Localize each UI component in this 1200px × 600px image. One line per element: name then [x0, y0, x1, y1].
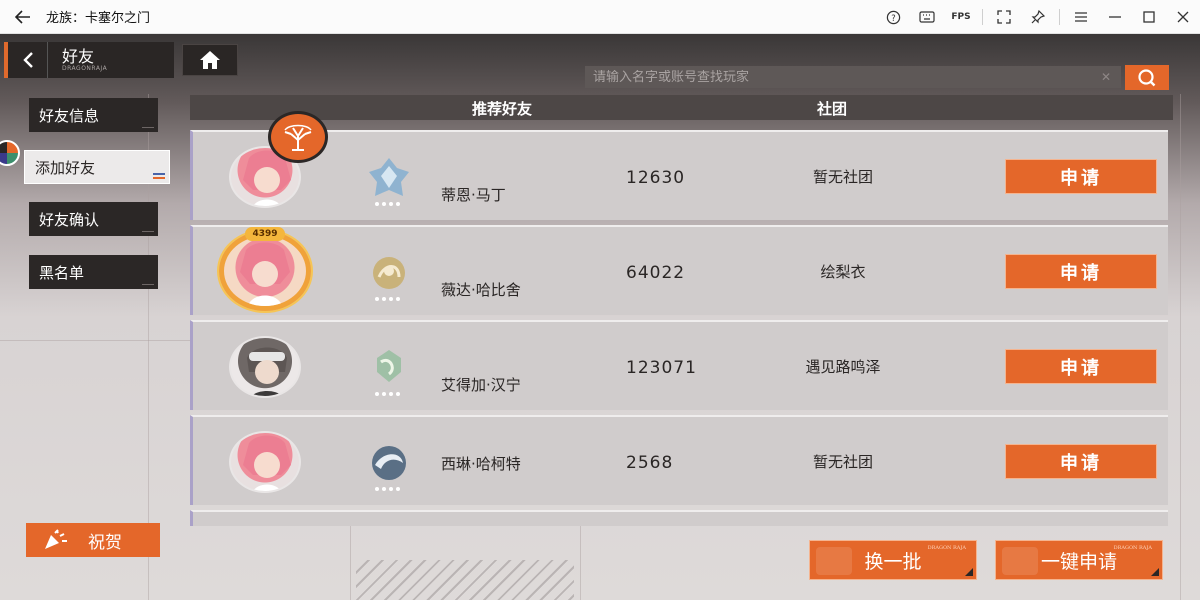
player-id: 64022: [626, 263, 686, 283]
deco-line: [142, 127, 154, 128]
table-header: 推荐好友 社团: [190, 95, 1173, 120]
column-header-club: 社团: [817, 100, 848, 118]
maximize-icon[interactable]: [1132, 0, 1166, 34]
menu-item-label: 好友信息: [39, 106, 100, 125]
avatar-badge: 4399: [245, 227, 285, 241]
player-id: 123071: [626, 358, 697, 378]
player-name: 西琳·哈柯特: [441, 455, 521, 473]
deco-line: [142, 284, 154, 285]
search-input[interactable]: [593, 69, 1083, 85]
keyboard-icon[interactable]: [910, 0, 944, 34]
player-club: 暂无社团: [812, 168, 873, 186]
button-deco-text: DRAGON RAJA: [927, 545, 966, 551]
deco-line: [580, 524, 581, 600]
rank-emblem-icon: [363, 344, 415, 400]
avatar[interactable]: [219, 231, 311, 311]
minimize-icon[interactable]: [1098, 0, 1132, 34]
player-name: 薇达·哈比舍: [441, 281, 521, 299]
avatar[interactable]: [229, 336, 301, 398]
home-button[interactable]: [182, 44, 238, 76]
congrats-label: 祝贺: [88, 532, 122, 553]
rank-emblem-icon: [363, 249, 415, 305]
deco-stripes: [356, 560, 574, 600]
table-row: 4399 薇达·哈比舍 64022 绘梨衣 申请: [190, 225, 1168, 315]
window-title: 龙族：卡塞尔之门: [46, 11, 151, 26]
avatar[interactable]: [229, 431, 301, 493]
window-titlebar: 龙族：卡塞尔之门 ? FPS: [0, 0, 1200, 34]
clear-icon[interactable]: ✕: [1101, 70, 1111, 84]
table-row: 西琳·哈柯特 2568 暂无社团 申请: [190, 415, 1168, 505]
player-id: 12630: [626, 168, 686, 188]
player-club: 暂无社团: [812, 453, 873, 471]
deco-line: [0, 340, 190, 341]
search-bar: ✕: [585, 66, 1121, 88]
table-row: 艾得加·汉宁 123071 遇见路鸣泽 申请: [190, 320, 1168, 410]
dragon-icon: [816, 547, 852, 575]
menu-item-add-friend[interactable]: 添加好友: [24, 150, 170, 184]
apply-all-label: 一键申请: [1040, 550, 1117, 573]
close-icon[interactable]: [1166, 0, 1200, 34]
pin-icon[interactable]: [1021, 0, 1055, 34]
header-back-button[interactable]: [8, 42, 48, 78]
side-emblem-icon: [0, 140, 20, 166]
dragon-icon: [1002, 547, 1038, 575]
button-deco-text: DRAGON RAJA: [1113, 545, 1152, 551]
search-button[interactable]: [1125, 65, 1169, 90]
menu-item-label: 添加好友: [35, 158, 96, 177]
divider: [1059, 9, 1060, 25]
search-icon: [1138, 68, 1156, 86]
apply-button[interactable]: 申请: [1005, 254, 1157, 289]
menu-item-friend-info[interactable]: 好友信息: [29, 98, 158, 132]
fps-toggle[interactable]: FPS: [944, 0, 978, 34]
fullscreen-icon[interactable]: [987, 0, 1021, 34]
rank-emblem-icon: [363, 154, 415, 210]
deco-line: [350, 524, 351, 600]
column-header-recommend: 推荐好友: [472, 100, 533, 118]
refresh-batch-label: 换一批: [864, 550, 922, 573]
game-viewport: 好友 DRAGONRAJA ✕ 好友信息 添加好友 好友确认 黑名单 祝贺 推荐…: [0, 34, 1200, 600]
player-name: 艾得加·汉宁: [441, 376, 521, 394]
tree-emblem-icon: [268, 111, 328, 163]
apply-button[interactable]: 申请: [1005, 444, 1157, 479]
player-club: 遇见路鸣泽: [805, 358, 881, 376]
deco-line: [1180, 94, 1181, 600]
apply-all-button[interactable]: 一键申请 DRAGON RAJA: [995, 540, 1163, 580]
table-row: [190, 510, 1168, 526]
rank-emblem-icon: [363, 439, 415, 495]
divider: [982, 9, 983, 25]
deco-line: [153, 173, 165, 175]
deco-line: [153, 177, 165, 179]
help-icon[interactable]: ?: [876, 0, 910, 34]
menu-item-blacklist[interactable]: 黑名单: [29, 255, 158, 289]
player-club: 绘梨衣: [820, 263, 866, 281]
congrats-button[interactable]: 祝贺: [26, 523, 160, 557]
player-id: 2568: [626, 453, 674, 473]
apply-button[interactable]: 申请: [1005, 349, 1157, 384]
apply-button[interactable]: 申请: [1005, 159, 1157, 194]
menu-item-label: 好友确认: [39, 210, 100, 229]
table-row: 蒂恩·马丁 12630 暂无社团 申请: [190, 130, 1168, 220]
party-popper-icon: [45, 529, 67, 549]
refresh-batch-button[interactable]: 换一批 DRAGON RAJA: [809, 540, 977, 580]
back-arrow-icon[interactable]: [0, 0, 46, 34]
menu-item-label: 黑名单: [39, 263, 85, 282]
page-header: 好友 DRAGONRAJA: [4, 42, 174, 78]
corner-deco: [1151, 568, 1159, 576]
player-name: 蒂恩·马丁: [441, 186, 506, 204]
menu-item-friend-confirm[interactable]: 好友确认: [29, 202, 158, 236]
page-subtitle: DRAGONRAJA: [62, 65, 108, 72]
svg-text:?: ?: [891, 12, 895, 22]
corner-deco: [965, 568, 973, 576]
home-icon: [200, 51, 220, 69]
deco-line: [142, 231, 154, 232]
page-title: 好友: [62, 47, 95, 66]
menu-icon[interactable]: [1064, 0, 1098, 34]
